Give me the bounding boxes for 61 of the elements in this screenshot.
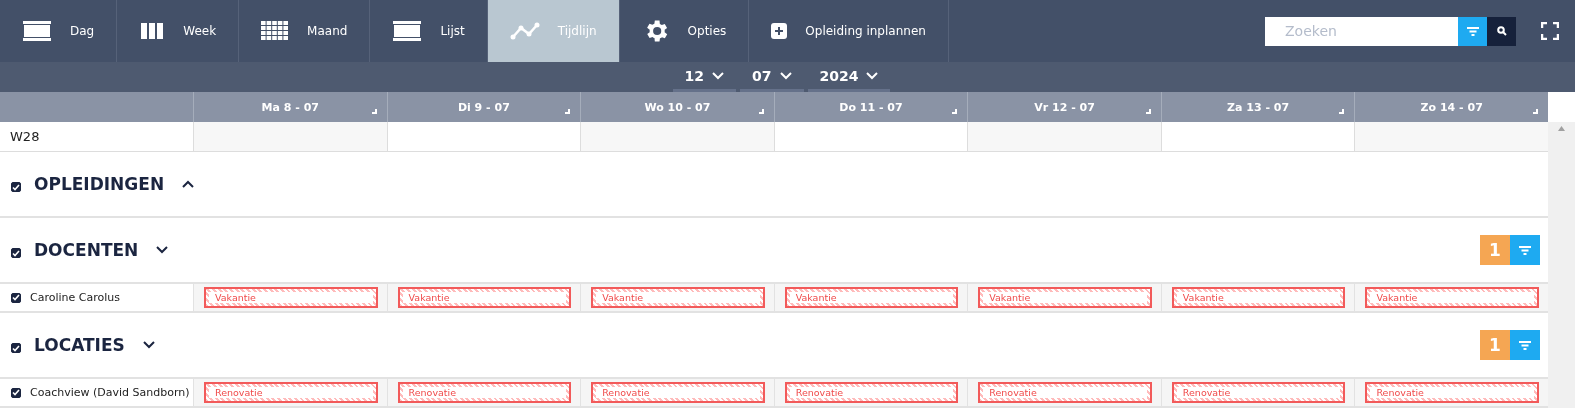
day-header: Di 9 - 07 <box>386 92 581 122</box>
count-badge: 1 <box>1480 235 1510 265</box>
event-block[interactable]: Vakantie <box>591 287 765 308</box>
day-view-icon <box>22 20 52 42</box>
event-block[interactable]: Renovatie <box>397 382 572 403</box>
caret-icon[interactable] <box>182 180 195 188</box>
fullscreen-icon[interactable] <box>1541 22 1559 40</box>
resize-corner-icon <box>758 109 764 114</box>
line-chart-icon <box>509 22 540 40</box>
event-block[interactable]: Renovatie <box>204 382 378 403</box>
resource-name: Caroline Carolus <box>30 291 120 304</box>
day-header: Zo 14 - 07 <box>1354 92 1548 122</box>
event-block[interactable]: Vakantie <box>978 287 1152 308</box>
event-block[interactable]: Vakantie <box>784 287 959 308</box>
scrollbar[interactable] <box>1548 122 1575 408</box>
event-block[interactable]: Renovatie <box>1171 382 1346 403</box>
resize-corner-icon <box>1145 109 1151 114</box>
chevron-icon[interactable] <box>866 71 879 80</box>
resize-corner-icon <box>952 109 958 114</box>
caret-icon[interactable] <box>156 246 169 254</box>
add-icon <box>771 23 788 39</box>
event-block[interactable]: Renovatie <box>1365 382 1539 403</box>
event-block[interactable]: Vakantie <box>1171 287 1346 308</box>
filter-icon <box>1519 340 1531 350</box>
resize-corner-icon <box>371 109 377 114</box>
event-block[interactable]: Renovatie <box>784 382 959 403</box>
month-grid-icon <box>261 21 290 41</box>
day-header: Wo 10 - 07 <box>580 92 774 122</box>
section-title: OPLEIDINGEN <box>34 174 165 194</box>
filter-icon <box>1466 26 1479 36</box>
filter-icon <box>1519 245 1531 255</box>
caret-icon[interactable] <box>142 341 155 349</box>
checkbox[interactable] <box>11 248 21 258</box>
resize-corner-icon <box>1339 109 1345 114</box>
search-icon <box>1496 26 1507 36</box>
list-view-icon <box>392 20 423 42</box>
event-block[interactable]: Renovatie <box>978 382 1152 403</box>
section-title: LOCATIES <box>34 335 125 355</box>
day-header: Vr 12 - 07 <box>967 92 1161 122</box>
day-header: Za 13 - 07 <box>1160 92 1355 122</box>
chevron-icon[interactable] <box>779 71 792 80</box>
resize-corner-icon <box>565 109 571 114</box>
resource-name: Coachview (David Sandborn) <box>30 386 190 399</box>
checkbox[interactable] <box>11 182 21 192</box>
week-view-icon <box>139 21 166 41</box>
chevron-icon[interactable] <box>712 71 724 80</box>
checkbox[interactable] <box>11 292 21 303</box>
search-button[interactable] <box>1487 16 1516 46</box>
section-title: DOCENTEN <box>34 240 139 260</box>
search-field[interactable]: Zoeken <box>1265 16 1458 46</box>
checkbox[interactable] <box>11 343 21 353</box>
event-block[interactable]: Renovatie <box>591 382 765 403</box>
event-block[interactable]: Vakantie <box>1365 287 1539 308</box>
count-badge: 1 <box>1480 330 1510 360</box>
event-block[interactable]: Vakantie <box>204 287 378 308</box>
day-header: Do 11 - 07 <box>773 92 968 122</box>
event-block[interactable]: Vakantie <box>397 287 572 308</box>
filter-button[interactable] <box>1458 16 1487 46</box>
resize-corner-icon <box>1533 109 1538 114</box>
day-header: Ma 8 - 07 <box>193 92 387 122</box>
checkbox[interactable] <box>11 387 21 398</box>
